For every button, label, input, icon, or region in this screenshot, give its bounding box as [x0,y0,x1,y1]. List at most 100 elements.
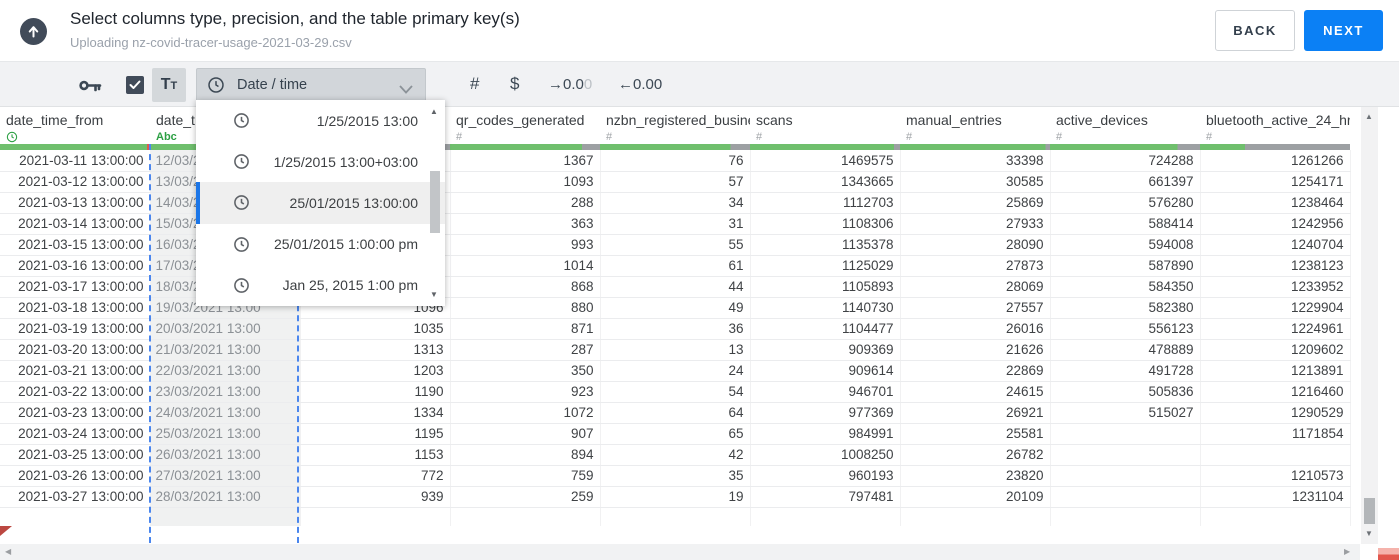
cell: 491728 [1050,360,1201,382]
cell: 1229904 [1200,297,1351,319]
dropdown-scrollbar-thumb[interactable] [430,171,440,233]
date-format-label: Jan 25, 2015 1:00 pm [282,277,418,294]
cell: 1233952 [1200,276,1351,298]
checkbox-checked-icon[interactable] [126,76,144,94]
page-subtitle: Uploading nz-covid-tracer-usage-2021-03-… [70,35,352,50]
date-format-label: 25/01/2015 1:00:00 pm [273,236,418,253]
cell: 556123 [1050,318,1201,340]
cell: 2021-03-13 13:00:00 [0,192,151,214]
vertical-scrollbar-thumb[interactable] [1364,498,1375,524]
cell: 2021-03-15 13:00:00 [0,234,151,256]
text-type-button[interactable]: TT [152,68,186,102]
scroll-down-icon[interactable]: ▼ [430,290,438,299]
back-button[interactable]: BACK [1215,10,1295,51]
cell: 2021-03-11 13:00:00 [0,150,151,172]
cell [1200,507,1351,526]
cell: 1238123 [1200,255,1351,277]
cell: 907 [450,423,601,445]
date-format-option[interactable]: 25/01/2015 1:00:00 pm [196,224,445,265]
cell [1050,465,1201,487]
column-header-qr_codes_generated[interactable]: qr_codes_generated # [450,107,600,144]
cell: 505836 [1050,381,1201,403]
cell: 909614 [750,360,901,382]
cell: 54 [600,381,751,403]
table-row: 2021-03-26 13:00:00 27/03/2021 13:00 772 75… [0,465,1351,487]
date-format-option[interactable]: 25/01/2015 13:00:00 [196,182,445,224]
cell: 880 [450,297,601,319]
clock-icon [207,76,225,99]
cell: 363 [450,213,601,235]
scroll-down-icon[interactable]: ▼ [1365,529,1373,538]
scroll-up-icon[interactable]: ▲ [1365,112,1373,121]
cell [300,507,451,526]
cell: 2021-03-24 13:00:00 [0,423,151,445]
cell [1050,486,1201,508]
cell: 946701 [750,381,901,403]
cell: 22869 [900,360,1051,382]
decrease-decimals-button[interactable]: ←0.00 [618,76,662,93]
cell: 1238464 [1200,192,1351,214]
cell [750,507,901,526]
scroll-left-icon[interactable]: ◀ [5,547,11,556]
cell: 582380 [1050,297,1201,319]
cell: 909369 [750,339,901,361]
upload-wizard: Select columns type, precision, and the … [0,0,1399,560]
cell [1200,444,1351,466]
cell: 923 [450,381,601,403]
cell: 1140730 [750,297,901,319]
cell: 1135378 [750,234,901,256]
cell: 287 [450,339,601,361]
cell: 1216460 [1200,381,1351,403]
column-header-date_time_from[interactable]: date_time_from [0,107,150,144]
cell: 42 [600,444,751,466]
cell: 259 [450,486,601,508]
column-header-bluetooth_active_24_hr_[interactable]: bluetooth_active_24_hr_ # [1200,107,1350,144]
cell: 27557 [900,297,1051,319]
cell: 984991 [750,423,901,445]
cell: 1125029 [750,255,901,277]
table-row: 2021-03-19 13:00:00 20/03/2021 13:00 1035 8… [0,318,1351,340]
cell [1050,423,1201,445]
date-format-option[interactable]: Jan 25, 2015 1:00 pm [196,265,445,306]
cell: 20/03/2021 13:00 [150,318,301,340]
next-button[interactable]: NEXT [1304,10,1383,51]
cell: 20109 [900,486,1051,508]
increase-decimals-button[interactable]: →0.00 [548,76,592,93]
cell: 1108306 [750,213,901,235]
cell: 588414 [1050,213,1201,235]
cell: 34 [600,192,751,214]
cell: 1014 [450,255,601,277]
cell: 1093 [450,171,601,193]
number-type-icon: # [1206,131,1213,143]
cell: 61 [600,255,751,277]
page-title: Select columns type, precision, and the … [70,9,520,28]
number-type-icon: # [606,131,613,143]
cell: 1171854 [1200,423,1351,445]
column-header-scans[interactable]: scans # [750,107,900,144]
cell: 1224961 [1200,318,1351,340]
column-header-active_devices[interactable]: active_devices # [1050,107,1200,144]
cell: 1153 [300,444,451,466]
column-header-nzbn_registered_busine[interactable]: nzbn_registered_busine # [600,107,750,144]
cell: 868 [450,276,601,298]
cell: 960193 [750,465,901,487]
number-type-icon[interactable]: # [470,74,479,94]
chevron-down-icon [399,81,413,99]
cell: 1210573 [1200,465,1351,487]
cell: 2021-03-18 13:00:00 [0,297,151,319]
type-select[interactable]: Date / time [196,68,426,102]
scroll-right-icon[interactable]: ▶ [1344,547,1350,556]
cell: 871 [450,318,601,340]
cell: 65 [600,423,751,445]
column-name: qr_codes_generated [456,112,585,128]
primary-key-icon[interactable] [79,78,102,98]
date-format-option[interactable]: 1/25/2015 13:00 [196,100,445,141]
date-format-option[interactable]: 1/25/2015 13:00+03:00 [196,141,445,182]
scroll-up-icon[interactable]: ▲ [430,107,438,116]
column-header-manual_entries[interactable]: manual_entries # [900,107,1050,144]
currency-type-icon[interactable]: $ [510,74,519,94]
cell: 28090 [900,234,1051,256]
number-type-icon: # [456,131,463,143]
column-name: scans [756,112,793,128]
cell: 23820 [900,465,1051,487]
